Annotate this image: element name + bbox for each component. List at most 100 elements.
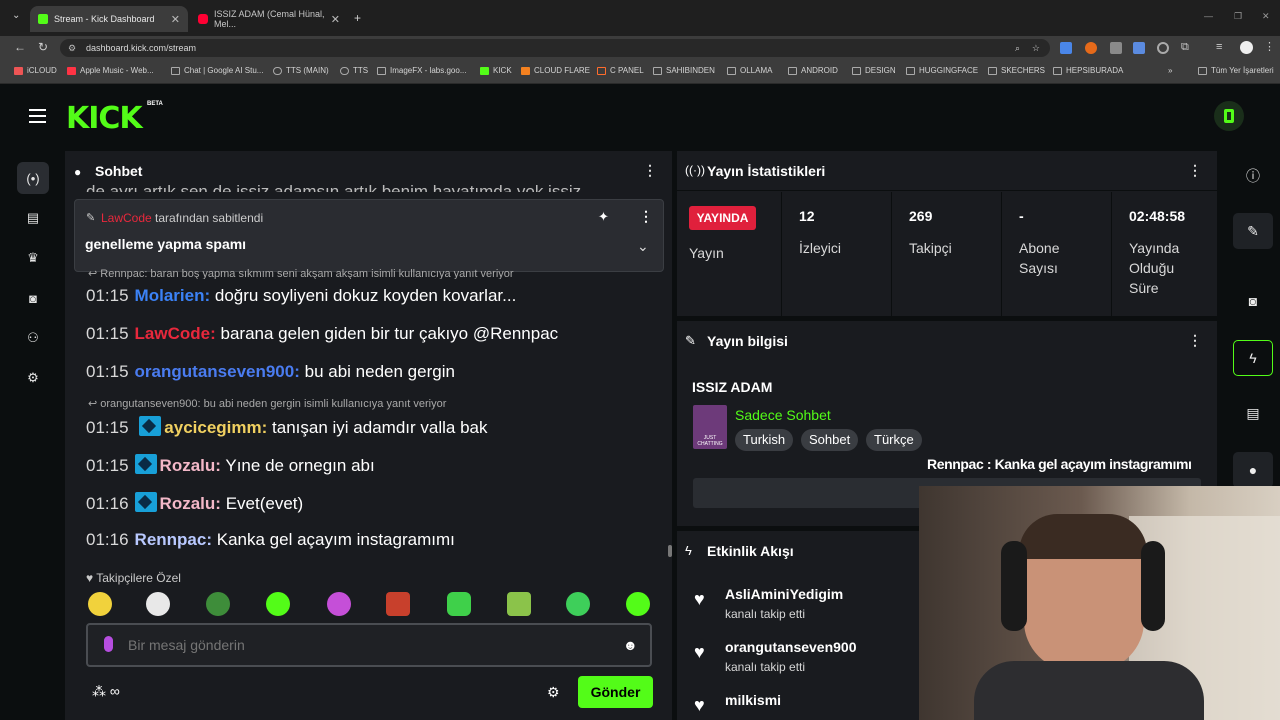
divider [677,190,1217,191]
tab-menu-icon[interactable]: ≡ [1216,41,1222,53]
bookmark-folder[interactable]: HUGGINGFACE [906,66,978,75]
chat-bubble-icon[interactable]: ● [1233,452,1273,488]
emote-item[interactable] [447,592,471,616]
unpin-icon[interactable]: ✦ [598,209,609,225]
chat-message-input[interactable] [128,633,608,657]
emote-item[interactable] [626,592,650,616]
bookmark-folder[interactable]: OLLAMA [727,66,772,75]
chevron-down-icon[interactable]: ⌄ [637,238,649,255]
bookmark-item[interactable]: ImageFX - labs.goo... [377,66,466,75]
close-tab-icon[interactable]: ✕ [331,13,340,26]
bookmark-item[interactable]: TTS [340,66,368,75]
users-icon[interactable]: ⚇ [17,322,49,354]
emote-item[interactable] [88,592,112,616]
emote-item[interactable] [146,592,170,616]
chat-input-box[interactable]: ☻ [86,623,652,667]
emote-item[interactable] [327,592,351,616]
close-tab-icon[interactable]: ✕ [171,13,180,26]
bookmark-item[interactable]: Chat | Google AI Stu... [171,66,263,75]
emoji-icon[interactable]: ☻ [623,637,638,653]
chat-message[interactable]: 01:15 LawCode: barana gelen giden bir tur… [86,324,558,344]
back-icon[interactable]: ← [14,40,26,54]
microphone-icon[interactable] [104,636,113,652]
category-thumbnail[interactable]: JUST CHATTING [693,405,727,449]
emote-item[interactable] [206,592,230,616]
lightning-icon[interactable]: ϟ [1233,340,1273,376]
extension-icon[interactable] [1060,42,1072,54]
chat-message[interactable]: 01:16 Rozalu: Evet(evet) [86,492,303,514]
site-info-icon[interactable]: ⚙ [68,39,76,57]
category-link[interactable]: Sadece Sohbet [735,407,831,423]
kick-logo[interactable]: KICK [66,101,143,136]
trophy-icon[interactable]: ♛ [17,242,49,274]
profile-avatar[interactable] [1240,41,1253,54]
settings-gear-icon[interactable]: ⚙ [17,362,49,394]
bookmark-folder[interactable]: SKECHERS [988,66,1045,75]
kick-header: KICK BETA [0,85,1280,148]
analytics-chart-icon[interactable]: ▤ [17,202,49,234]
kick-profile-icon[interactable] [1214,101,1244,131]
tag-chip[interactable]: Türkçe [866,429,922,451]
bookmark-item[interactable]: Apple Music - Web... [67,66,154,75]
document-icon[interactable]: ▤ [1233,395,1273,431]
pinned-options-icon[interactable]: ⋮ [639,208,653,225]
all-bookmarks-folder[interactable]: Tüm Yer İşaretleri [1198,66,1274,75]
bookmark-item[interactable]: CLOUD FLARE [521,66,590,75]
new-tab-icon[interactable]: + [354,11,361,25]
stream-broadcast-icon[interactable]: (•) [17,162,49,194]
emote-item[interactable] [266,592,290,616]
camera-icon[interactable]: ◙ [1233,283,1273,319]
emote-item[interactable] [566,592,590,616]
maximize-icon[interactable]: ❐ [1234,11,1242,22]
edit-pencil-icon[interactable]: ✎ [1233,213,1273,249]
extension-icon[interactable] [1110,42,1122,54]
activity-sub: kanalı takip etti [725,660,806,674]
browser-menu-icon[interactable]: ⋮ [1264,40,1275,53]
camera-icon[interactable]: ◙ [17,282,49,314]
chat-message[interactable]: 01:16 Rennpac: Kanka gel açayım instagram… [86,530,455,550]
bookmark-item[interactable]: KICK [480,66,512,75]
hamburger-menu-icon[interactable] [29,109,46,123]
chat-message[interactable]: 01:15 Rozalu: Yıne de ornegın abı [86,454,375,476]
minimize-icon[interactable]: — [1204,11,1213,21]
chat-scrollbar[interactable] [668,545,672,557]
tag-chip[interactable]: Sohbet [801,429,859,451]
bookmark-folder[interactable]: SAHIBINDEN [653,66,715,75]
bookmark-item[interactable]: C PANEL [597,66,644,75]
bookmark-folder[interactable]: HEPSIBURADA [1053,66,1123,75]
zoom-icon[interactable]: ⌕ [1015,39,1020,57]
tag-chip[interactable]: Turkish [735,429,794,451]
browser-tab-bar: ⌄ Stream - Kick Dashboard ✕ ISSIZ ADAM (… [0,0,1280,36]
tab-youtube[interactable]: ISSIZ ADAM (Cemal Hünal, Mel... ✕ [190,6,348,32]
bookmark-star-icon[interactable]: ☆ [1032,39,1040,57]
points-icon[interactable]: ⁂ ∞ [92,683,120,700]
bookmark-item[interactable]: TTS (MAIN) [273,66,329,75]
bookmark-folder[interactable]: ANDROID [788,66,838,75]
activity-name: milkismi [725,692,782,708]
chat-message[interactable]: 01:15 Molarien: doğru soyliyeni dokuz koy… [86,286,516,306]
activity-sub: kanalı takip etti [725,607,806,621]
bookmark-item[interactable]: iCLOUD [14,66,57,75]
chat-message[interactable]: 01:15 aycicegimm: tanışan iyi adamdır va… [86,416,487,438]
send-button[interactable]: Gönder [578,676,653,708]
tab-search-icon[interactable]: ⌄ [12,10,20,21]
close-window-icon[interactable]: ✕ [1262,11,1270,22]
info-icon[interactable]: ⓘ [1233,158,1273,194]
chat-settings-gear-icon[interactable]: ⚙ [547,684,560,701]
more-bookmarks-icon[interactable]: » [1168,66,1172,75]
extensions-puzzle-icon[interactable]: ⧉ [1181,41,1189,54]
emote-item[interactable] [507,592,531,616]
stats-options-icon[interactable]: ⋮ [1188,162,1202,179]
translate-icon[interactable] [1133,42,1145,54]
extension-icon[interactable] [1085,42,1097,54]
url-field[interactable]: ⚙ dashboard.kick.com/stream ⌕ ☆ [60,39,1050,57]
bookmark-folder[interactable]: DESIGN [852,66,896,75]
address-bar-row: ← ↻ ⚙ dashboard.kick.com/stream ⌕ ☆ ⧉ ≡ … [0,36,1280,60]
extension-icon[interactable] [1157,42,1169,54]
reload-icon[interactable]: ↻ [38,40,48,54]
tab-kick-dashboard[interactable]: Stream - Kick Dashboard ✕ [30,6,188,32]
emote-item[interactable] [386,592,410,616]
info-options-icon[interactable]: ⋮ [1188,332,1202,349]
chat-message[interactable]: 01:15 orangutanseven900: bu abi neden ger… [86,362,455,382]
chat-options-icon[interactable]: ⋮ [643,162,657,179]
